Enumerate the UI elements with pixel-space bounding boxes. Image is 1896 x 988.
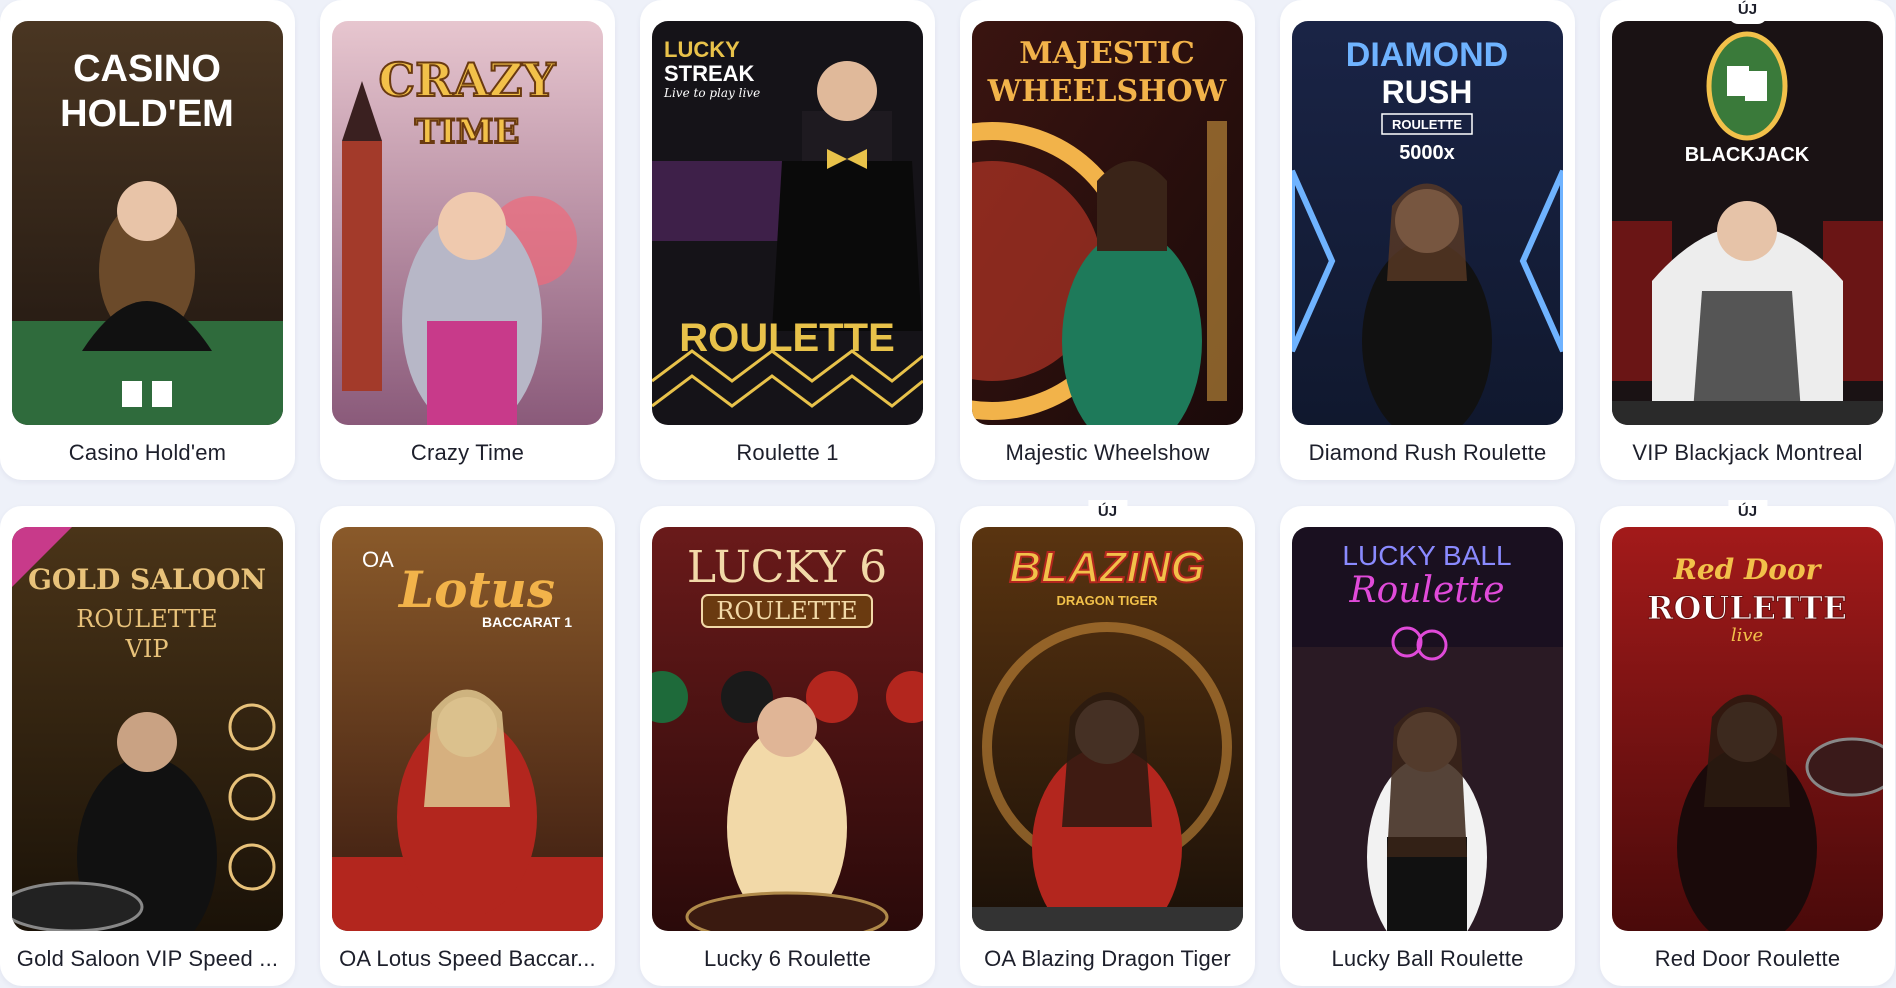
game-art: LUCKY 6 ROULETTE: [652, 527, 923, 931]
game-title[interactable]: Roulette 1: [648, 440, 927, 466]
game-art: Red Door ROULETTE live: [1612, 527, 1883, 931]
new-badge: ÚJ: [1087, 500, 1128, 526]
svg-text:Lotus: Lotus: [397, 560, 555, 619]
svg-text:RUSH: RUSH: [1382, 74, 1473, 110]
svg-text:DRAGON TIGER: DRAGON TIGER: [1056, 593, 1158, 608]
game-thumbnail[interactable]: CASINO HOLD'EM: [12, 21, 283, 425]
game-card-diamond-rush-roulette[interactable]: DIAMOND RUSH ROULETTE 5000x Diamond Rush…: [1280, 0, 1575, 480]
svg-text:Red Door: Red Door: [1673, 553, 1823, 586]
game-card-roulette-1[interactable]: LUCKY STREAK Live to play live ROULETTE …: [640, 0, 935, 480]
game-thumbnail[interactable]: LUCKY BALL Roulette: [1292, 527, 1563, 931]
new-badge: ÚJ: [1727, 500, 1768, 526]
svg-text:BLACKJACK: BLACKJACK: [1685, 144, 1810, 166]
svg-text:DIAMOND: DIAMOND: [1346, 36, 1508, 74]
game-thumbnail[interactable]: OA Lotus BACCARAT 1: [332, 527, 603, 931]
game-card-lucky-6-roulette[interactable]: LUCKY 6 ROULETTE Lucky 6 Roulette: [640, 506, 935, 986]
game-art: BLACKJACK: [1612, 21, 1883, 425]
game-card-casino-holdem[interactable]: CASINO HOLD'EM Casino Hold'em: [0, 0, 295, 480]
game-card-oa-lotus-speed-baccarat[interactable]: OA Lotus BACCARAT 1 OA Lotus Speed Bacca…: [320, 506, 615, 986]
svg-text:MAJESTIC: MAJESTIC: [1019, 36, 1194, 71]
svg-text:TIME: TIME: [415, 112, 520, 152]
svg-text:WHEELSHOW: WHEELSHOW: [987, 74, 1228, 109]
svg-text:BACCARAT 1: BACCARAT 1: [482, 614, 572, 630]
game-art: MAJESTIC WHEELSHOW: [972, 21, 1243, 425]
game-thumbnail[interactable]: MAJESTIC WHEELSHOW: [972, 21, 1243, 425]
new-badge: ÚJ: [1727, 0, 1768, 24]
game-thumbnail[interactable]: LUCKY STREAK Live to play live ROULETTE: [652, 21, 923, 425]
svg-text:GOLD SALOON: GOLD SALOON: [28, 563, 266, 596]
game-thumbnail[interactable]: GOLD SALOON ROULETTE VIP: [12, 527, 283, 931]
game-title[interactable]: Gold Saloon VIP Speed ...: [8, 946, 287, 972]
game-thumbnail[interactable]: BLAZING DRAGON TIGER: [972, 527, 1243, 931]
game-card-crazy-time[interactable]: CRAZY TIME Crazy Time: [320, 0, 615, 480]
game-title[interactable]: Casino Hold'em: [8, 440, 287, 466]
svg-text:ROULETTE: ROULETTE: [1392, 117, 1462, 132]
game-card-lucky-ball-roulette[interactable]: LUCKY BALL Roulette Lucky Ball Roulette: [1280, 506, 1575, 986]
game-thumbnail[interactable]: BLACKJACK: [1612, 21, 1883, 425]
svg-text:OA: OA: [362, 547, 394, 572]
game-art: DIAMOND RUSH ROULETTE 5000x: [1292, 21, 1563, 425]
svg-text:LUCKY: LUCKY: [664, 37, 740, 62]
game-title[interactable]: Lucky Ball Roulette: [1288, 946, 1567, 972]
svg-text:LUCKY 6: LUCKY 6: [687, 542, 887, 593]
game-title[interactable]: Lucky 6 Roulette: [648, 946, 927, 972]
game-art: GOLD SALOON ROULETTE VIP: [12, 527, 283, 931]
svg-text:ROULETTE: ROULETTE: [76, 605, 217, 633]
svg-text:CRAZY: CRAZY: [379, 53, 557, 107]
art-title-line1: CASINO: [73, 48, 221, 90]
svg-text:STREAK: STREAK: [664, 61, 755, 86]
game-art: CASINO HOLD'EM: [12, 21, 283, 425]
game-card-majestic-wheelshow[interactable]: MAJESTIC WHEELSHOW Majestic Wheelshow: [960, 0, 1255, 480]
svg-text:ROULETTE: ROULETTE: [1647, 589, 1847, 627]
game-thumbnail[interactable]: DIAMOND RUSH ROULETTE 5000x: [1292, 21, 1563, 425]
svg-text:Live to play live: Live to play live: [663, 86, 760, 100]
game-title[interactable]: OA Blazing Dragon Tiger: [968, 946, 1247, 972]
svg-text:live: live: [1731, 625, 1763, 646]
game-card-oa-blazing-dragon-tiger[interactable]: ÚJ BLAZING DRAGON TIGER OA Blazing Drago…: [960, 500, 1255, 986]
game-title[interactable]: Diamond Rush Roulette: [1288, 440, 1567, 466]
game-art: OA Lotus BACCARAT 1: [332, 527, 603, 931]
svg-text:5000x: 5000x: [1399, 142, 1455, 164]
svg-text:ROULETTE: ROULETTE: [679, 316, 895, 360]
svg-text:Roulette: Roulette: [1348, 570, 1504, 611]
live-casino-game-grid: CASINO HOLD'EM Casino Hold'em CRAZY TIME…: [0, 0, 1896, 988]
game-art: LUCKY BALL Roulette: [1292, 527, 1563, 931]
game-art: BLAZING DRAGON TIGER: [972, 527, 1243, 931]
game-card-red-door-roulette[interactable]: ÚJ Red Door ROULETTE live Red Door Roule…: [1600, 500, 1895, 986]
game-art: LUCKY STREAK Live to play live ROULETTE: [652, 21, 923, 425]
game-title[interactable]: Red Door Roulette: [1608, 946, 1887, 972]
game-title[interactable]: Crazy Time: [328, 440, 607, 466]
game-art: CRAZY TIME: [332, 21, 603, 425]
svg-text:ROULETTE: ROULETTE: [716, 597, 857, 625]
game-card-gold-saloon-vip-speed[interactable]: GOLD SALOON ROULETTE VIP Gold Saloon VIP…: [0, 506, 295, 986]
game-thumbnail[interactable]: LUCKY 6 ROULETTE: [652, 527, 923, 931]
game-title[interactable]: VIP Blackjack Montreal: [1608, 440, 1887, 466]
game-thumbnail[interactable]: CRAZY TIME: [332, 21, 603, 425]
svg-text:BLAZING: BLAZING: [1009, 543, 1205, 592]
game-card-vip-blackjack-montreal[interactable]: ÚJ BLACKJACK VIP Blackjack Montreal: [1600, 0, 1895, 480]
game-title[interactable]: OA Lotus Speed Baccar...: [328, 946, 607, 972]
game-thumbnail[interactable]: Red Door ROULETTE live: [1612, 527, 1883, 931]
svg-text:HOLD'EM: HOLD'EM: [60, 93, 234, 135]
svg-text:LUCKY BALL: LUCKY BALL: [1342, 540, 1511, 571]
game-title[interactable]: Majestic Wheelshow: [968, 440, 1247, 466]
svg-text:VIP: VIP: [125, 635, 169, 663]
